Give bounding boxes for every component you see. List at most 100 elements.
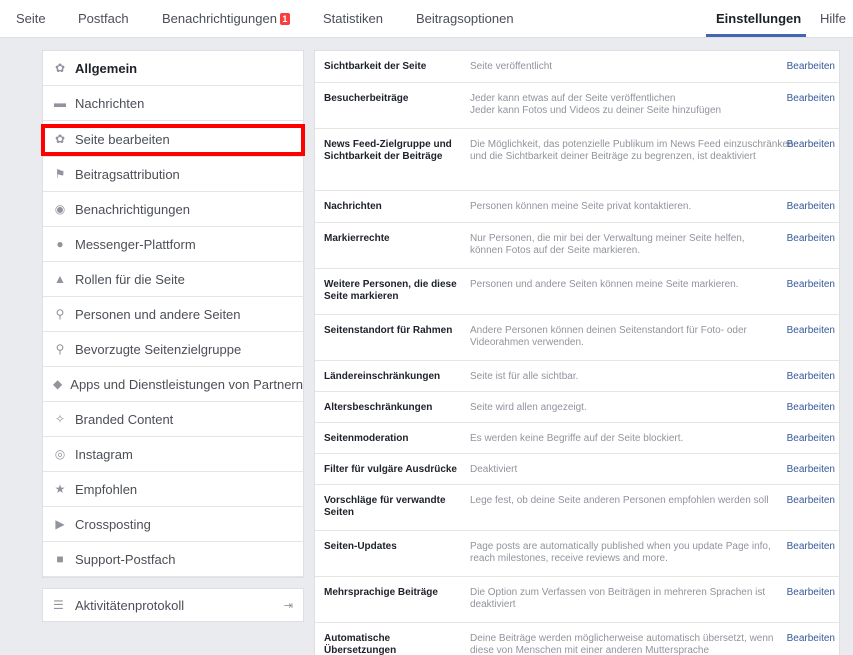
sidebar-item-personen-und-andere-seiten[interactable]: ⚲ Personen und andere Seiten (43, 297, 303, 332)
sidebar-item-seite-bearbeiten[interactable]: ✿ Seite bearbeiten (43, 122, 303, 157)
setting-name: News Feed-Zielgruppe und Sichtbarkeit de… (324, 139, 452, 162)
edit-link[interactable]: Bearbeiten (787, 139, 835, 150)
setting-value: Personen können meine Seite privat konta… (470, 201, 692, 212)
edit-link[interactable]: Bearbeiten (787, 279, 835, 290)
settings-row: Automatische Übersetzungen Deine Beiträge… (315, 623, 839, 655)
sidebar-item-support-postfach[interactable]: ■ Support-Postfach (43, 542, 303, 577)
sidebar-item-empfohlen[interactable]: ★ Empfohlen (43, 472, 303, 507)
list-icon: ☰ (53, 598, 64, 612)
setting-name: Vorschläge für verwandte Seiten (324, 495, 446, 518)
setting-name: Besucherbeiträge (324, 93, 409, 104)
tab-benachrichtigungen[interactable]: Benachrichtigungen 1 (162, 11, 290, 26)
instagram-icon: ◎ (54, 447, 66, 461)
sidebar-item-messenger-plattform[interactable]: ● Messenger-Plattform (43, 227, 303, 262)
people-icon: ⚲ (55, 307, 65, 321)
sidebar-item-label: Support-Postfach (75, 551, 176, 567)
sidebar-item-beitragsattribution[interactable]: ⚑ Beitragsattribution (43, 157, 303, 192)
sidebar-item-label: Benachrichtigungen (75, 201, 190, 217)
sidebar-item-label: Allgemein (75, 60, 138, 76)
page-top-nav: Seite Postfach Benachrichtigungen 1 Stati… (0, 0, 853, 38)
edit-link[interactable]: Bearbeiten (787, 233, 835, 244)
setting-value: Seite wird allen angezeigt. (470, 402, 587, 413)
settings-row: Seitenmoderation Es werden keine Begriffe… (315, 423, 839, 454)
flag-icon: ⚑ (54, 167, 66, 181)
setting-value: Andere Personen können deinen Seitenstan… (470, 325, 747, 348)
setting-value: Die Option zum Verfassen von Beiträgen i… (470, 587, 766, 610)
setting-value: Seite veröffentlicht (470, 61, 553, 72)
setting-name: Altersbeschränkungen (324, 402, 433, 413)
setting-name: Seiten-Updates (324, 541, 397, 552)
settings-sidebar: ✿ Allgemein ▬ Nachrichten ✿ Seite bearbeiten ⚑… (42, 50, 304, 578)
edit-link[interactable]: Bearbeiten (787, 201, 835, 212)
cube-icon: ◆ (53, 377, 63, 391)
settings-row: News Feed-Zielgruppe und Sichtbarkeit de… (315, 129, 839, 191)
settings-row: Markierrechte Nur Personen, die mir bei d… (315, 223, 839, 269)
edit-link[interactable]: Bearbeiten (787, 587, 835, 598)
sidebar-item-label: Bevorzugte Seitenzielgruppe (75, 341, 242, 357)
edit-link[interactable]: Bearbeiten (787, 61, 835, 72)
setting-value: Es werden keine Begriffe auf der Seite b… (470, 433, 684, 444)
edit-link[interactable]: Bearbeiten (787, 402, 835, 413)
sidebar-item-label: Crossposting (75, 516, 151, 532)
star-icon: ★ (54, 482, 66, 496)
edit-link[interactable]: Bearbeiten (787, 541, 835, 552)
setting-name: Mehrsprachige Beiträge (324, 587, 438, 598)
sidebar-item-bevorzugte-seitenzielgruppe[interactable]: ⚲ Bevorzugte Seitenzielgruppe (43, 332, 303, 367)
setting-value: Page posts are automatically published w… (470, 541, 771, 564)
setting-name: Markierrechte (324, 233, 390, 244)
messenger-icon: ● (56, 237, 64, 251)
exit-icon: ⇥ (283, 600, 293, 612)
sidebar-item-benachrichtigungen[interactable]: ◉ Benachrichtigungen (43, 192, 303, 227)
sidebar-item-label: Personen und andere Seiten (75, 306, 241, 322)
tab-postfach[interactable]: Postfach (78, 11, 129, 26)
message-icon: ▬ (54, 96, 66, 110)
sidebar-item-label: Messenger-Plattform (75, 236, 196, 252)
tab-seite[interactable]: Seite (16, 11, 46, 26)
gear-icon: ✿ (54, 61, 66, 75)
gear-icon: ✿ (54, 132, 66, 146)
setting-value: Nur Personen, die mir bei der Verwaltung… (470, 233, 745, 256)
handshake-icon: ✧ (54, 412, 66, 426)
sidebar-item-label: Nachrichten (75, 95, 145, 111)
sidebar-item-nachrichten[interactable]: ▬ Nachrichten (43, 86, 303, 121)
settings-row: Weitere Personen, die diese Seite markie… (315, 269, 839, 315)
edit-link[interactable]: Bearbeiten (787, 93, 835, 104)
edit-link[interactable]: Bearbeiten (787, 371, 835, 382)
sidebar-item-label: Instagram (75, 446, 133, 462)
setting-value: Deine Beiträge werden möglicherweise aut… (470, 633, 774, 655)
tab-beitragsoptionen[interactable]: Beitragsoptionen (416, 11, 514, 26)
edit-link[interactable]: Bearbeiten (787, 633, 835, 644)
sidebar-item-allgemein[interactable]: ✿ Allgemein (43, 51, 303, 86)
setting-value: Jeder kann etwas auf der Seite veröffent… (470, 93, 722, 116)
globe-icon: ◉ (54, 202, 66, 216)
setting-value: Deaktiviert (470, 464, 518, 475)
tab-statistiken[interactable]: Statistiken (323, 11, 383, 26)
edit-link[interactable]: Bearbeiten (787, 464, 835, 475)
sidebar-item-instagram[interactable]: ◎ Instagram (43, 437, 303, 472)
settings-table: Sichtbarkeit der Seite Seite veröffentlic… (314, 50, 840, 655)
sidebar-item-label: Rollen für die Seite (75, 271, 185, 287)
setting-name: Filter für vulgäre Ausdrücke (324, 464, 457, 475)
sidebar-item-label: Apps und Dienstleistungen von Partnern (70, 376, 303, 392)
settings-row: Filter für vulgäre Ausdrücke Deaktiviert B… (315, 454, 839, 485)
settings-row: Altersbeschränkungen Seite wird allen ang… (315, 392, 839, 423)
sidebar-item-rollen-für-die-seite[interactable]: ▲ Rollen für die Seite (43, 262, 303, 297)
settings-row: Besucherbeiträge Jeder kann etwas auf der… (315, 83, 839, 129)
sidebar-item-label: Beitragsattribution (75, 166, 180, 182)
edit-link[interactable]: Bearbeiten (787, 325, 835, 336)
sidebar-item-apps-und-dienstleistungen-von-partnern[interactable]: ◆ Apps und Dienstleistungen von Partnern (43, 367, 303, 402)
settings-row: Vorschläge für verwandte Seiten Lege fest… (315, 485, 839, 531)
sidebar-item-branded-content[interactable]: ✧ Branded Content (43, 402, 303, 437)
setting-name: Sichtbarkeit der Seite (324, 61, 427, 72)
tab-hilfe[interactable]: Hilfe (820, 11, 846, 26)
sidebar-item-crossposting[interactable]: ▶ Crossposting (43, 507, 303, 542)
edit-link[interactable]: Bearbeiten (787, 495, 835, 506)
edit-link[interactable]: Bearbeiten (787, 433, 835, 444)
person-icon: ▲ (54, 272, 66, 286)
tab-einstellungen[interactable]: Einstellungen (716, 11, 801, 26)
setting-name: Seitenstandort für Rahmen (324, 325, 453, 336)
setting-name: Nachrichten (324, 201, 382, 212)
setting-value: Personen und andere Seiten können meine … (470, 279, 739, 290)
setting-name: Weitere Personen, die diese Seite markie… (324, 279, 457, 302)
activity-log-button[interactable]: ☰ Aktivitätenprotokoll ⇥ (42, 588, 304, 622)
